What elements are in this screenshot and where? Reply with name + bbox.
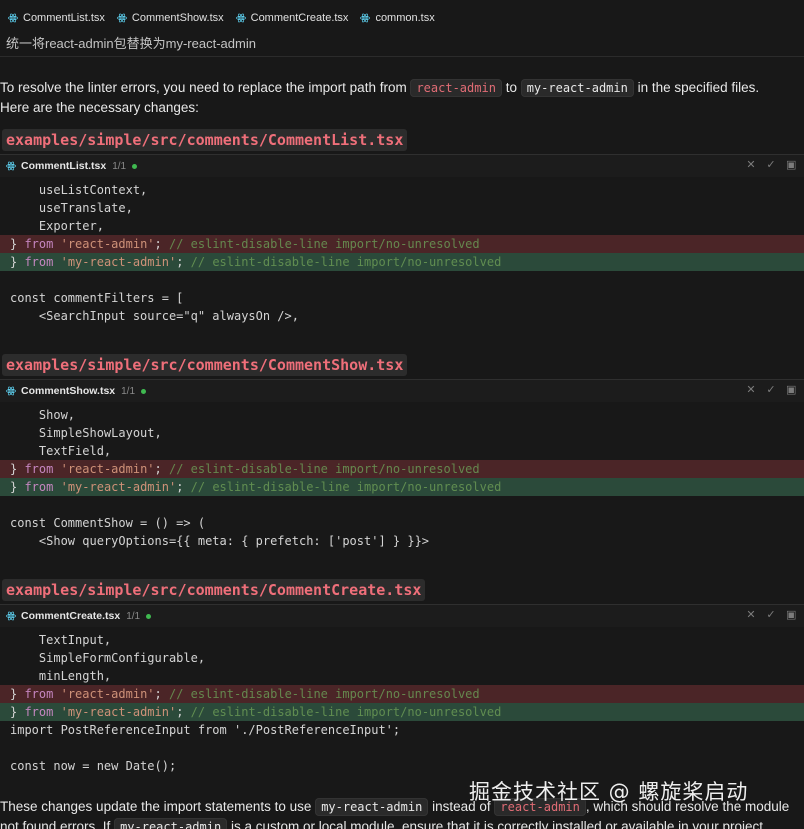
code-line: Exporter, [10, 219, 104, 233]
change-count: 1/1 [121, 385, 136, 397]
inline-code: my-react-admin [520, 79, 634, 97]
reject-icon[interactable]: ✕ [746, 609, 756, 621]
status-dot [141, 388, 147, 394]
file-path-heading[interactable]: examples/simple/src/comments/CommentList… [2, 129, 408, 151]
summary-text: not found errors. If [0, 819, 115, 829]
divider [0, 56, 804, 57]
code-line: SimpleFormConfigurable, [10, 651, 206, 665]
code-content: useListContext, useTranslate, Exporter, … [0, 177, 804, 325]
code-line: const now = new Date(); [10, 759, 177, 773]
react-icon [8, 13, 18, 23]
code-line: const commentFilters = [ [10, 291, 184, 305]
code-block-header: CommentCreate.tsx 1/1 ✕ ✓ ▣ [0, 605, 804, 627]
chip-label: common.tsx [375, 12, 435, 24]
block-actions: ✕ ✓ ▣ [746, 384, 796, 396]
react-icon [236, 13, 246, 23]
code-content: Show, SimpleShowLayout, TextField, } fro… [0, 402, 804, 550]
change-count: 1/1 [126, 610, 141, 622]
file-path-heading[interactable]: examples/simple/src/comments/CommentCrea… [2, 579, 426, 601]
context-chip-commentlist[interactable]: CommentList.tsx [8, 12, 105, 24]
block-actions: ✕ ✓ ▣ [746, 159, 796, 171]
code-line: useTranslate, [10, 201, 133, 215]
code-block-filename[interactable]: CommentShow.tsx [21, 385, 115, 397]
intro-paragraph: To resolve the linter errors, you need t… [0, 78, 804, 117]
inline-code: my-react-admin [114, 818, 228, 829]
apply-icon[interactable]: ▣ [786, 384, 796, 396]
accept-icon[interactable]: ✓ [766, 159, 776, 171]
code-line: Show, [10, 408, 76, 422]
context-chip-commentcreate[interactable]: CommentCreate.tsx [236, 12, 349, 24]
code-line: useListContext, [10, 183, 148, 197]
intro-text: Here are the necessary changes: [0, 100, 199, 115]
summary-text: is a custom or local module, ensure that… [227, 819, 767, 829]
react-icon [360, 13, 370, 23]
context-chip-commentshow[interactable]: CommentShow.tsx [117, 12, 224, 24]
intro-text: To resolve the linter errors, you need t… [0, 80, 411, 95]
inline-code: react-admin [410, 79, 502, 97]
diff-removed-line: } from 'react-admin'; // eslint-disable-… [0, 460, 804, 478]
react-icon [6, 611, 16, 621]
accept-icon[interactable]: ✓ [766, 384, 776, 396]
code-line: import PostReferenceInput from './PostRe… [10, 723, 401, 737]
code-line: <Show queryOptions={{ meta: { prefetch: … [10, 534, 430, 548]
code-block-header: CommentShow.tsx 1/1 ✕ ✓ ▣ [0, 380, 804, 402]
chip-label: CommentCreate.tsx [250, 12, 349, 24]
react-icon [6, 161, 16, 171]
file-context-chips: CommentList.tsx CommentShow.tsx CommentC… [0, 8, 435, 28]
code-line: minLength, [10, 669, 112, 683]
context-chip-common[interactable]: common.tsx [360, 12, 435, 24]
chip-label: CommentList.tsx [23, 12, 105, 24]
apply-icon[interactable]: ▣ [786, 609, 796, 621]
code-line: TextField, [10, 444, 112, 458]
chip-label: CommentShow.tsx [131, 12, 224, 24]
inline-code: my-react-admin [315, 798, 429, 816]
file-path-heading[interactable]: examples/simple/src/comments/CommentShow… [2, 354, 408, 376]
intro-text: in the specified files. [633, 80, 760, 95]
code-line: <SearchInput source="q" alwaysOn />, [10, 309, 299, 323]
code-block-filename[interactable]: CommentList.tsx [21, 160, 106, 172]
react-icon [6, 386, 16, 396]
diff-removed-line: } from 'react-admin'; // eslint-disable-… [0, 235, 804, 253]
reject-icon[interactable]: ✕ [746, 159, 756, 171]
apply-icon[interactable]: ▣ [786, 159, 796, 171]
code-block-header: CommentList.tsx 1/1 ✕ ✓ ▣ [0, 155, 804, 177]
code-block-commentlist: CommentList.tsx 1/1 ✕ ✓ ▣ useListContext… [0, 154, 804, 325]
status-dot [132, 163, 138, 169]
diff-added-line: } from 'my-react-admin'; // eslint-disab… [0, 478, 804, 496]
diff-added-line: } from 'my-react-admin'; // eslint-disab… [0, 703, 804, 721]
summary-text: These changes update the import statemen… [0, 799, 316, 814]
code-block-commentcreate: CommentCreate.tsx 1/1 ✕ ✓ ▣ TextInput, S… [0, 604, 804, 775]
watermark: 掘金技术社区 @ 螺旋桨启动 [469, 780, 749, 804]
code-block-commentshow: CommentShow.tsx 1/1 ✕ ✓ ▣ Show, SimpleSh… [0, 379, 804, 550]
code-line: const CommentShow = () => ( [10, 516, 206, 530]
code-content: TextInput, SimpleFormConfigurable, minLe… [0, 627, 804, 775]
block-actions: ✕ ✓ ▣ [746, 609, 796, 621]
accept-icon[interactable]: ✓ [766, 609, 776, 621]
code-block-filename[interactable]: CommentCreate.tsx [21, 610, 120, 622]
code-line: TextInput, [10, 633, 112, 647]
intro-text: to [501, 80, 521, 95]
change-count: 1/1 [112, 160, 127, 172]
diff-added-line: } from 'my-react-admin'; // eslint-disab… [0, 253, 804, 271]
reject-icon[interactable]: ✕ [746, 384, 756, 396]
code-line: SimpleShowLayout, [10, 426, 162, 440]
status-dot [146, 613, 152, 619]
diff-removed-line: } from 'react-admin'; // eslint-disable-… [0, 685, 804, 703]
react-icon [117, 13, 127, 23]
user-prompt: 统一将react-admin包替换为my-react-admin [6, 36, 256, 51]
